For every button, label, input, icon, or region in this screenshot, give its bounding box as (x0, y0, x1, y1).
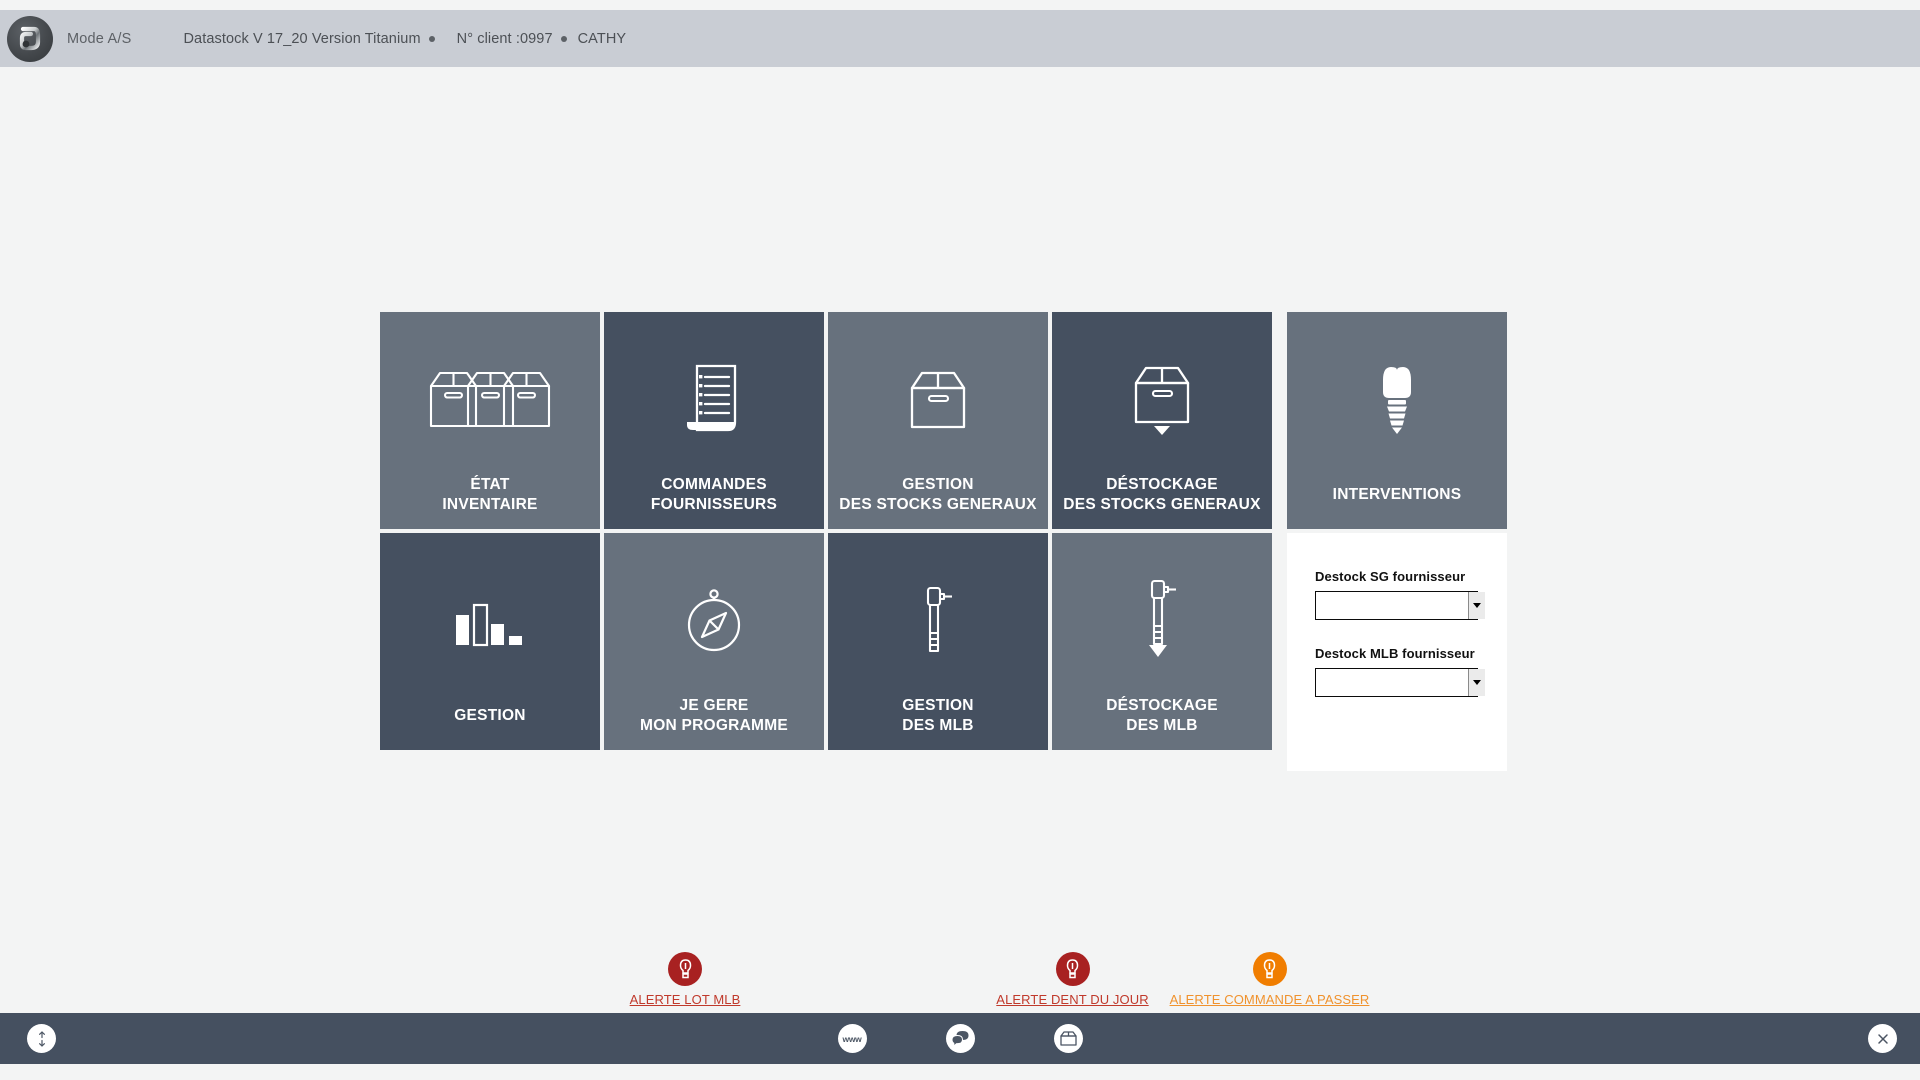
scroll-list-icon (604, 346, 824, 454)
handpiece-arrow-down-icon (1052, 567, 1272, 675)
tile-grid: ÉTAT INVENTAIRE COMMANDES FOURNISSEURS G… (380, 312, 1511, 771)
tile-gestion-stocks-generaux[interactable]: GESTION DES STOCKS GENERAUX (828, 312, 1048, 529)
tile-label-line1: GESTION (902, 697, 974, 714)
www-icon[interactable]: www (837, 1024, 867, 1053)
box-arrow-down-icon (1052, 346, 1272, 454)
header-info: Datastock V 17_20 Version Titanium N° cl… (183, 31, 626, 47)
destock-mlb-select-wrap (1315, 668, 1485, 697)
tile-label: INTERVENTIONS (1287, 485, 1507, 505)
destock-sg-select-wrap (1315, 591, 1485, 620)
tile-label-line1: GESTION (902, 476, 974, 493)
tile-label: DÉSTOCKAGE DES MLB (1052, 696, 1272, 736)
app-logo (7, 15, 53, 62)
tile-destockage-des-mlb[interactable]: DÉSTOCKAGE DES MLB (1052, 533, 1272, 750)
handpiece-icon (828, 567, 1048, 675)
tile-etat-inventaire[interactable]: ÉTAT INVENTAIRE (380, 312, 600, 529)
alert-label[interactable]: ALERTE COMMANDE A PASSER (1170, 992, 1370, 1007)
box-icon[interactable] (1053, 1024, 1083, 1053)
lightbulb-icon (1252, 952, 1287, 986)
lightbulb-icon (668, 952, 702, 986)
tile-label: COMMANDES FOURNISSEURS (604, 475, 824, 515)
destock-sg-select[interactable] (1315, 591, 1478, 620)
separator-dot-1 (428, 35, 435, 42)
alerts-bar: ALERTE LOT MLB ALERTE DENT DU JOUR ALERT… (0, 952, 1920, 1022)
tile-gestion[interactable]: GESTION (380, 533, 600, 750)
tile-gestion-des-mlb[interactable]: GESTION DES MLB (828, 533, 1048, 750)
tile-label: ÉTAT INVENTAIRE (380, 475, 600, 515)
tile-label-line1: DÉSTOCKAGE (1106, 476, 1218, 493)
mode-label: Mode A/S (67, 30, 132, 47)
alert-dent-du-jour[interactable]: ALERTE DENT DU JOUR (985, 952, 1160, 1007)
box-icon (828, 346, 1048, 454)
tile-label: GESTION DES MLB (828, 696, 1048, 736)
destock-mlb-label: Destock MLB fournisseur (1315, 646, 1475, 661)
app-header: Mode A/S Datastock V 17_20 Version Titan… (0, 10, 1920, 67)
tile-label: GESTION (380, 706, 600, 726)
destock-sg-label: Destock SG fournisseur (1315, 569, 1466, 584)
tile-commandes-fournisseurs[interactable]: COMMANDES FOURNISSEURS (604, 312, 824, 529)
tile-label-line1: COMMANDES (661, 476, 767, 493)
tile-label-line1: INTERVENTIONS (1332, 486, 1462, 503)
taskbar-center-icons: www (0, 1024, 1920, 1053)
destock-mlb-select[interactable] (1315, 668, 1478, 697)
tile-row-2: GESTION JE GERE MON PROGRAMME GESTION DE… (380, 533, 1287, 750)
tile-label-line1: JE GERE (679, 697, 749, 714)
tile-destockage-stocks-generaux[interactable]: DÉSTOCKAGE DES STOCKS GENERAUX (1052, 312, 1272, 529)
tile-label-line1: DÉSTOCKAGE (1106, 697, 1218, 714)
bottom-taskbar: www (0, 1013, 1920, 1064)
tile-label: DÉSTOCKAGE DES STOCKS GENERAUX (1052, 475, 1272, 515)
lightbulb-icon (1055, 952, 1090, 986)
chrome-orb-logo-icon (19, 26, 41, 50)
tile-label-line2: DES STOCKS GENERAUX (1063, 496, 1261, 513)
user-name-label: CATHY (577, 30, 627, 47)
app-version-label: Datastock V 17_20 Version Titanium (183, 30, 421, 47)
tile-je-gere-mon-programme[interactable]: JE GERE MON PROGRAMME (604, 533, 824, 750)
tile-label: GESTION DES STOCKS GENERAUX (828, 475, 1048, 515)
dental-implant-icon (1287, 352, 1507, 457)
destock-supplier-panel: Destock SG fournisseur Destock MLB fourn… (1287, 533, 1507, 771)
tile-row-1: ÉTAT INVENTAIRE COMMANDES FOURNISSEURS G… (380, 312, 1287, 529)
client-number-label: N° client :0997 (456, 30, 553, 47)
close-icon[interactable] (1868, 1024, 1897, 1053)
separator-dot-2 (560, 35, 567, 42)
alert-commande-a-passer[interactable]: ALERTE COMMANDE A PASSER (1162, 952, 1377, 1007)
right-column: INTERVENTIONS Destock SG fournisseur Des… (1287, 312, 1507, 771)
tile-label-line1: GESTION (454, 707, 526, 724)
tile-label-line2: INVENTAIRE (442, 496, 538, 513)
three-boxes-icon (380, 346, 600, 454)
compass-icon (604, 567, 824, 675)
tile-label: JE GERE MON PROGRAMME (604, 696, 824, 736)
tile-label-line2: DES STOCKS GENERAUX (839, 496, 1037, 513)
alert-label[interactable]: ALERTE DENT DU JOUR (996, 992, 1148, 1007)
tile-label-line2: FOURNISSEURS (650, 496, 778, 513)
tile-label-line1: ÉTAT (470, 476, 510, 493)
chat-bubble-icon[interactable] (945, 1024, 975, 1053)
alert-lot-mlb[interactable]: ALERTE LOT MLB (620, 952, 750, 1007)
alert-label[interactable]: ALERTE LOT MLB (630, 992, 741, 1007)
tile-label-line2: DES MLB (1126, 717, 1198, 734)
tile-label-line2: DES MLB (902, 717, 974, 734)
tile-interventions[interactable]: INTERVENTIONS (1287, 312, 1507, 529)
www-label: www (842, 1033, 862, 1044)
bar-chart-icon (380, 567, 600, 675)
tile-label-line2: MON PROGRAMME (640, 717, 788, 734)
